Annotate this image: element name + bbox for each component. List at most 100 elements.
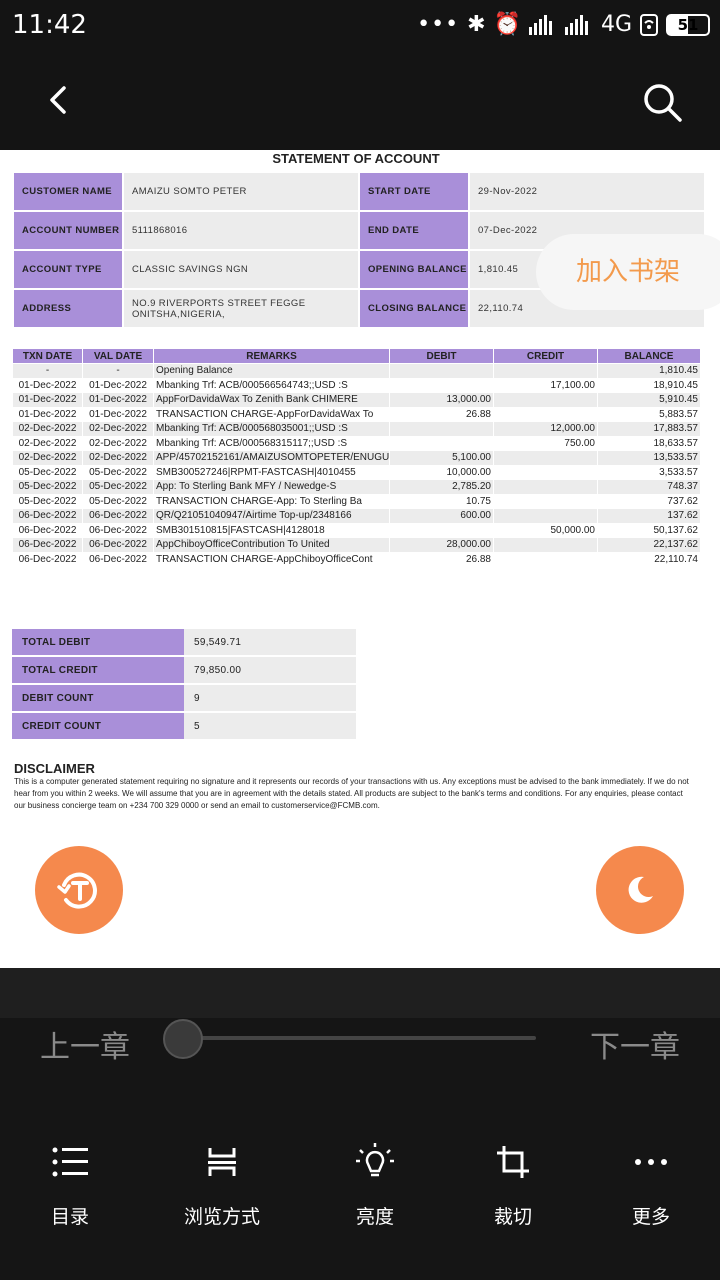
table-cell: 01-Dec-2022	[82, 377, 154, 393]
table-cell: 26.88	[389, 551, 494, 567]
column-header: TXN DATE	[12, 348, 83, 364]
table-cell: 5,883.57	[597, 406, 701, 422]
table-cell: 02-Dec-2022	[82, 421, 154, 437]
brightness-icon	[356, 1143, 394, 1177]
table-cell: 5,100.00	[389, 450, 494, 466]
table-cell: Mbanking Trf: ACB/000568315117;;USD :S	[153, 435, 390, 451]
table-cell	[493, 493, 598, 509]
prev-chapter-button[interactable]: 上一章	[40, 1022, 130, 1066]
info-label: CUSTOMER NAME	[14, 173, 122, 210]
table-cell	[493, 392, 598, 408]
table-cell: Opening Balance	[153, 363, 390, 379]
status-time: 11:42	[12, 10, 87, 40]
table-row: 01-Dec-2022 01-Dec-2022 Mbanking Trf: ACB/…	[12, 377, 701, 393]
summary-row: TOTAL DEBIT 59,549.71	[12, 629, 356, 655]
table-cell: 01-Dec-2022	[12, 406, 83, 422]
info-label: ADDRESS	[14, 290, 122, 327]
transactions-table: TXN DATE VAL DATE REMARKS DEBIT CREDIT BALANC…	[12, 348, 701, 567]
table-cell: 18,633.57	[597, 435, 701, 451]
info-label: START DATE	[360, 173, 468, 210]
table-cell: SMB301510815|FASTCASH|4128018	[153, 522, 390, 538]
summary-label: DEBIT COUNT	[12, 685, 184, 711]
table-cell: APP/45702152161/AMAIZUSOMTOPETER/ENUGU	[153, 450, 390, 466]
table-cell: -	[82, 363, 154, 379]
summary-value: 59,549.71	[184, 629, 356, 655]
table-cell: TRANSACTION CHARGE-AppForDavidaWax To	[153, 406, 390, 422]
table-row: 06-Dec-2022 06-Dec-2022 TRANSACTION CHARGE…	[12, 551, 701, 567]
table-cell: 02-Dec-2022	[82, 450, 154, 466]
menu-item-more[interactable]: 更多	[581, 1140, 720, 1229]
bluetooth-icon: ✱	[467, 12, 486, 37]
menu-item-toc[interactable]: 目录	[0, 1140, 140, 1229]
search-icon[interactable]	[640, 80, 684, 124]
table-cell: 06-Dec-2022	[12, 537, 83, 553]
summary-row: DEBIT COUNT 9	[12, 685, 356, 711]
table-row: - - Opening Balance 1,810.45	[12, 363, 701, 379]
table-cell: 06-Dec-2022	[82, 522, 154, 538]
column-header: VAL DATE	[82, 348, 154, 364]
translate-fab-button[interactable]	[35, 846, 123, 934]
signal-icon	[564, 14, 588, 35]
back-icon[interactable]	[40, 80, 80, 120]
column-header: DEBIT	[389, 348, 494, 364]
table-cell	[493, 363, 598, 379]
table-cell: 17,883.57	[597, 421, 701, 437]
table-cell: 05-Dec-2022	[12, 479, 83, 495]
more-icon	[635, 1159, 667, 1165]
table-cell: 02-Dec-2022	[12, 421, 83, 437]
table-row: 01-Dec-2022 01-Dec-2022 TRANSACTION CHARGE…	[12, 406, 701, 422]
table-cell	[493, 450, 598, 466]
table-cell: 05-Dec-2022	[12, 493, 83, 509]
menu-label: 亮度	[355, 1206, 394, 1228]
table-row: 05-Dec-2022 05-Dec-2022 TRANSACTION CHARGE…	[12, 493, 701, 509]
info-label: END DATE	[360, 212, 468, 249]
menu-item-view-mode[interactable]: 浏览方式	[152, 1140, 292, 1229]
table-cell: 17,100.00	[493, 377, 598, 393]
table-cell: 2,785.20	[389, 479, 494, 495]
night-mode-fab-button[interactable]	[596, 846, 684, 934]
summary-table: TOTAL DEBIT 59,549.71 TOTAL CREDIT 79,850.0…	[12, 627, 356, 741]
table-cell: 18,910.45	[597, 377, 701, 393]
list-icon	[52, 1147, 88, 1177]
menu-item-crop[interactable]: 裁切	[443, 1140, 583, 1229]
info-label: OPENING BALANCE	[360, 251, 468, 288]
table-cell: SMB300527246|RPMT-FASTCASH|4010455	[153, 464, 390, 480]
table-cell: 01-Dec-2022	[82, 392, 154, 408]
table-row: 02-Dec-2022 02-Dec-2022 Mbanking Trf: ACB/…	[12, 435, 701, 451]
table-row: 06-Dec-2022 06-Dec-2022 QR/Q21051040947/Ai…	[12, 508, 701, 524]
table-cell: 05-Dec-2022	[82, 493, 154, 509]
next-chapter-button[interactable]: 下一章	[590, 1022, 680, 1066]
table-cell: 50,137.62	[597, 522, 701, 538]
view-mode-icon	[208, 1148, 236, 1176]
table-cell: 137.62	[597, 508, 701, 524]
table-cell: 01-Dec-2022	[12, 392, 83, 408]
add-to-shelf-button[interactable]: 加入书架	[536, 234, 720, 310]
slider-handle[interactable]	[163, 1019, 203, 1059]
signal-icon	[528, 14, 552, 35]
network-type: 4G	[600, 12, 632, 37]
table-cell: -	[12, 363, 83, 379]
table-cell: AppChiboyOfficeContribution To United	[153, 537, 390, 553]
column-header: CREDIT	[493, 348, 598, 364]
info-value: AMAIZU SOMTO PETER	[124, 173, 358, 210]
table-cell: 02-Dec-2022	[82, 435, 154, 451]
table-cell: Mbanking Trf: ACB/000568035001;;USD :S	[153, 421, 390, 437]
table-cell: 06-Dec-2022	[12, 551, 83, 567]
table-cell	[389, 421, 494, 437]
table-row: 02-Dec-2022 02-Dec-2022 APP/45702152161/AM…	[12, 450, 701, 466]
table-cell: 1,810.45	[597, 363, 701, 379]
wifi-hotspot-icon	[640, 13, 658, 36]
table-cell	[493, 551, 598, 567]
table-cell: 748.37	[597, 479, 701, 495]
table-cell: 01-Dec-2022	[82, 406, 154, 422]
summary-label: TOTAL CREDIT	[12, 657, 184, 683]
chapter-progress-slider[interactable]	[182, 1036, 536, 1040]
table-cell	[493, 479, 598, 495]
table-cell: 737.62	[597, 493, 701, 509]
translate-icon	[57, 872, 97, 909]
info-row: CUSTOMER NAME AMAIZU SOMTO PETER START DAT…	[14, 173, 704, 210]
panel-shadow	[0, 968, 720, 1018]
table-cell: 02-Dec-2022	[12, 435, 83, 451]
more-dots-icon: •••	[417, 12, 460, 37]
menu-item-brightness[interactable]: 亮度	[305, 1140, 445, 1229]
